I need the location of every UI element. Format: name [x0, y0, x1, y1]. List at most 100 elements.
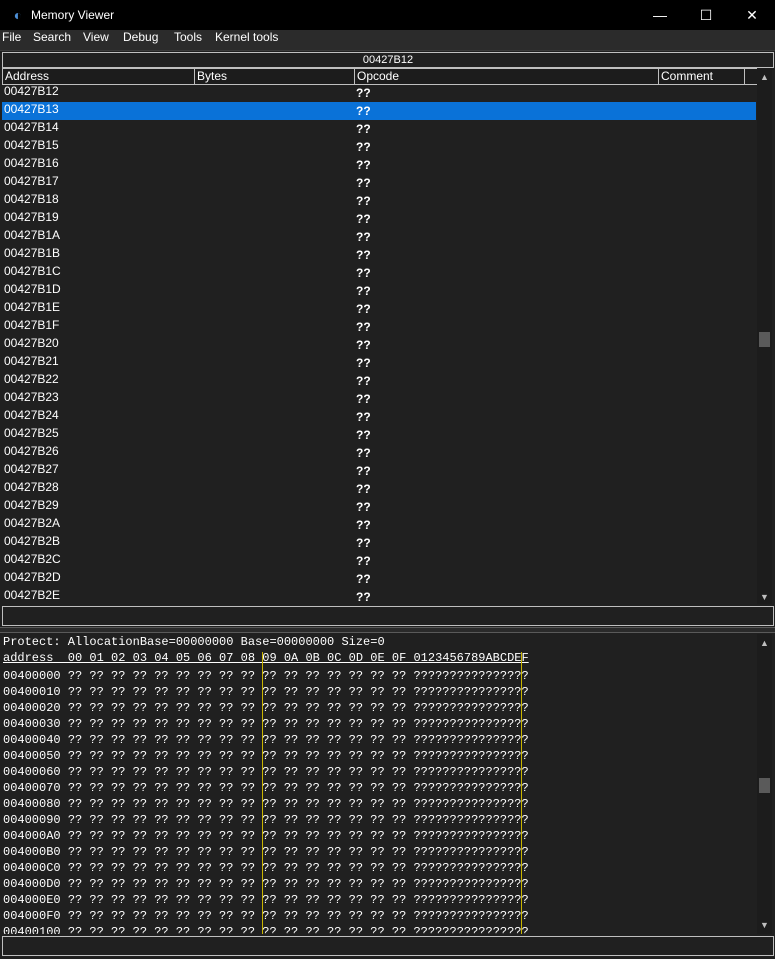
hex-row[interactable]: 004000E0 ?? ?? ?? ?? ?? ?? ?? ?? ?? ?? ?…: [3, 892, 529, 908]
disasm-row[interactable]: 00427B14??: [2, 120, 756, 138]
hex-row-bytes[interactable]: ?? ?? ?? ?? ?? ?? ?? ?? ?? ?? ?? ?? ?? ?…: [68, 765, 406, 779]
disasm-row[interactable]: 00427B1A??: [2, 228, 756, 246]
hex-row-bytes[interactable]: ?? ?? ?? ?? ?? ?? ?? ?? ?? ?? ?? ?? ?? ?…: [68, 845, 406, 859]
disasm-row[interactable]: 00427B28??: [2, 480, 756, 498]
hex-row-ascii[interactable]: ????????????????: [413, 925, 528, 934]
hex-row-ascii[interactable]: ????????????????: [413, 781, 528, 795]
hex-row-bytes[interactable]: ?? ?? ?? ?? ?? ?? ?? ?? ?? ?? ?? ?? ?? ?…: [68, 781, 406, 795]
disassembler-scrollbar[interactable]: ▲ ▼: [757, 68, 772, 604]
disasm-row[interactable]: 00427B16??: [2, 156, 756, 174]
hex-row-ascii[interactable]: ????????????????: [413, 733, 528, 747]
menu-file[interactable]: File: [2, 30, 21, 50]
hex-row[interactable]: 00400080 ?? ?? ?? ?? ?? ?? ?? ?? ?? ?? ?…: [3, 796, 529, 812]
disasm-row[interactable]: 00427B27??: [2, 462, 756, 480]
scroll-thumb[interactable]: [759, 332, 770, 347]
hex-row-ascii[interactable]: ????????????????: [413, 909, 528, 923]
disasm-row[interactable]: 00427B26??: [2, 444, 756, 462]
hex-row-ascii[interactable]: ????????????????: [413, 749, 528, 763]
hex-row-bytes[interactable]: ?? ?? ?? ?? ?? ?? ?? ?? ?? ?? ?? ?? ?? ?…: [68, 717, 406, 731]
disasm-row[interactable]: 00427B24??: [2, 408, 756, 426]
close-button[interactable]: ✕: [729, 0, 775, 30]
hex-row[interactable]: 004000D0 ?? ?? ?? ?? ?? ?? ?? ?? ?? ?? ?…: [3, 876, 529, 892]
minimize-button[interactable]: —: [637, 0, 683, 30]
hex-row-bytes[interactable]: ?? ?? ?? ?? ?? ?? ?? ?? ?? ?? ?? ?? ?? ?…: [68, 685, 406, 699]
hex-row-ascii[interactable]: ????????????????: [413, 797, 528, 811]
hex-row[interactable]: 004000F0 ?? ?? ?? ?? ?? ?? ?? ?? ?? ?? ?…: [3, 908, 529, 924]
disasm-row[interactable]: 00427B22??: [2, 372, 756, 390]
disasm-row[interactable]: 00427B18??: [2, 192, 756, 210]
disasm-row[interactable]: 00427B2C??: [2, 552, 756, 570]
hex-scrollbar[interactable]: ▲ ▼: [757, 634, 772, 934]
hex-row-bytes[interactable]: ?? ?? ?? ?? ?? ?? ?? ?? ?? ?? ?? ?? ?? ?…: [68, 829, 406, 843]
hex-row-bytes[interactable]: ?? ?? ?? ?? ?? ?? ?? ?? ?? ?? ?? ?? ?? ?…: [68, 733, 406, 747]
disasm-row[interactable]: 00427B17??: [2, 174, 756, 192]
disasm-row[interactable]: 00427B13??: [2, 102, 756, 120]
disasm-row[interactable]: 00427B25??: [2, 426, 756, 444]
maximize-button[interactable]: ☐: [683, 0, 729, 30]
hex-row[interactable]: 004000A0 ?? ?? ?? ?? ?? ?? ?? ?? ?? ?? ?…: [3, 828, 529, 844]
disasm-row[interactable]: 00427B1C??: [2, 264, 756, 282]
column-comment[interactable]: Comment: [659, 69, 745, 84]
hex-row[interactable]: 00400040 ?? ?? ?? ?? ?? ?? ?? ?? ?? ?? ?…: [3, 732, 529, 748]
hex-row-ascii[interactable]: ????????????????: [413, 829, 528, 843]
disasm-row[interactable]: 00427B19??: [2, 210, 756, 228]
scroll-up-arrow-icon[interactable]: ▲: [757, 70, 772, 84]
menu-kernel-tools[interactable]: Kernel tools: [215, 30, 278, 50]
hex-row[interactable]: 00400010 ?? ?? ?? ?? ?? ?? ?? ?? ?? ?? ?…: [3, 684, 529, 700]
disasm-row[interactable]: 00427B1D??: [2, 282, 756, 300]
disasm-row[interactable]: 00427B2B??: [2, 534, 756, 552]
disasm-row[interactable]: 00427B2E??: [2, 588, 756, 604]
scroll-down-arrow-icon[interactable]: ▼: [757, 590, 772, 604]
hex-row-bytes[interactable]: ?? ?? ?? ?? ?? ?? ?? ?? ?? ?? ?? ?? ?? ?…: [68, 797, 406, 811]
disasm-row[interactable]: 00427B2D??: [2, 570, 756, 588]
hex-row-ascii[interactable]: ????????????????: [413, 861, 528, 875]
hex-row[interactable]: 00400030 ?? ?? ?? ?? ?? ?? ?? ?? ?? ?? ?…: [3, 716, 529, 732]
disasm-row[interactable]: 00427B29??: [2, 498, 756, 516]
hex-row-ascii[interactable]: ????????????????: [413, 813, 528, 827]
disasm-row[interactable]: 00427B1F??: [2, 318, 756, 336]
hex-row-ascii[interactable]: ????????????????: [413, 845, 528, 859]
hex-row[interactable]: 004000C0 ?? ?? ?? ?? ?? ?? ?? ?? ?? ?? ?…: [3, 860, 529, 876]
hex-row[interactable]: 00400060 ?? ?? ?? ?? ?? ?? ?? ?? ?? ?? ?…: [3, 764, 529, 780]
hex-row-bytes[interactable]: ?? ?? ?? ?? ?? ?? ?? ?? ?? ?? ?? ?? ?? ?…: [68, 909, 406, 923]
disasm-row[interactable]: 00427B20??: [2, 336, 756, 354]
column-opcode[interactable]: Opcode: [355, 69, 659, 84]
hex-row-bytes[interactable]: ?? ?? ?? ?? ?? ?? ?? ?? ?? ?? ?? ?? ?? ?…: [68, 669, 406, 683]
hex-row-ascii[interactable]: ????????????????: [413, 701, 528, 715]
hex-row[interactable]: 00400020 ?? ?? ?? ?? ?? ?? ?? ?? ?? ?? ?…: [3, 700, 529, 716]
hex-row[interactable]: 00400090 ?? ?? ?? ?? ?? ?? ?? ?? ?? ?? ?…: [3, 812, 529, 828]
menu-view[interactable]: View: [83, 30, 109, 50]
hex-row-bytes[interactable]: ?? ?? ?? ?? ?? ?? ?? ?? ?? ?? ?? ?? ?? ?…: [68, 861, 406, 875]
hex-scroll-down-arrow-icon[interactable]: ▼: [757, 918, 772, 932]
hex-row-bytes[interactable]: ?? ?? ?? ?? ?? ?? ?? ?? ?? ?? ?? ?? ?? ?…: [68, 701, 406, 715]
disasm-row[interactable]: 00427B1E??: [2, 300, 756, 318]
hex-row[interactable]: 00400050 ?? ?? ?? ?? ?? ?? ?? ?? ?? ?? ?…: [3, 748, 529, 764]
menu-tools[interactable]: Tools: [174, 30, 202, 50]
hex-view[interactable]: Protect: AllocationBase=00000000 Base=00…: [0, 634, 756, 934]
hex-row-ascii[interactable]: ????????????????: [413, 893, 528, 907]
hex-row-bytes[interactable]: ?? ?? ?? ?? ?? ?? ?? ?? ?? ?? ?? ?? ?? ?…: [68, 749, 406, 763]
pane-splitter[interactable]: [0, 627, 775, 633]
disassembler-list[interactable]: 00427B12?? 00427B13?? 00427B14?? 00427B15??…: [2, 84, 756, 604]
disasm-row[interactable]: 00427B1B??: [2, 246, 756, 264]
hex-row-bytes[interactable]: ?? ?? ?? ?? ?? ?? ?? ?? ?? ?? ?? ?? ?? ?…: [68, 813, 406, 827]
hex-row-bytes[interactable]: ?? ?? ?? ?? ?? ?? ?? ?? ?? ?? ?? ?? ?? ?…: [68, 925, 406, 934]
column-address[interactable]: Address: [3, 69, 195, 84]
hex-row-ascii[interactable]: ????????????????: [413, 765, 528, 779]
hex-row-ascii[interactable]: ????????????????: [413, 717, 528, 731]
disasm-row[interactable]: 00427B23??: [2, 390, 756, 408]
hex-row-bytes[interactable]: ?? ?? ?? ?? ?? ?? ?? ?? ?? ?? ?? ?? ?? ?…: [68, 877, 406, 891]
hex-row[interactable]: 00400000 ?? ?? ?? ?? ?? ?? ?? ?? ?? ?? ?…: [3, 668, 529, 684]
hex-row-bytes[interactable]: ?? ?? ?? ?? ?? ?? ?? ?? ?? ?? ?? ?? ?? ?…: [68, 893, 406, 907]
menu-search[interactable]: Search: [33, 30, 71, 50]
hex-row[interactable]: 00400070 ?? ?? ?? ?? ?? ?? ?? ?? ?? ?? ?…: [3, 780, 529, 796]
menu-debug[interactable]: Debug: [123, 30, 158, 50]
hex-row-ascii[interactable]: ????????????????: [413, 685, 528, 699]
disasm-row[interactable]: 00427B12??: [2, 84, 756, 102]
current-address-bar[interactable]: 00427B12: [2, 52, 774, 68]
hex-row[interactable]: 004000B0 ?? ?? ?? ?? ?? ?? ?? ?? ?? ?? ?…: [3, 844, 529, 860]
column-bytes[interactable]: Bytes: [195, 69, 355, 84]
hex-scroll-up-arrow-icon[interactable]: ▲: [757, 636, 772, 650]
hex-row[interactable]: 00400100 ?? ?? ?? ?? ?? ?? ?? ?? ?? ?? ?…: [3, 924, 529, 934]
hex-scroll-thumb[interactable]: [759, 778, 770, 793]
